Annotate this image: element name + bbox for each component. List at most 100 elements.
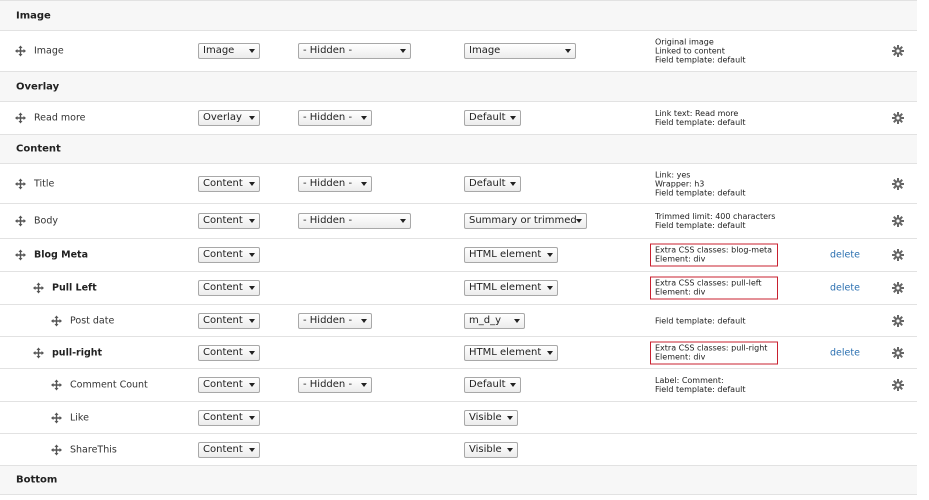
chevron-down-icon [361, 181, 367, 186]
region-select[interactable]: Content [198, 344, 260, 361]
formatter-select[interactable]: HTML element [464, 344, 558, 361]
drag-handle-icon[interactable] [15, 215, 26, 227]
gear-icon[interactable] [892, 177, 904, 190]
select-value: Content [203, 314, 243, 326]
chevron-down-icon [249, 383, 255, 387]
field-row-blog-meta: Blog Meta Content HTML element Extra CSS… [0, 238, 917, 271]
region-select[interactable]: Image [198, 43, 260, 59]
region-select[interactable]: Content [198, 213, 260, 229]
gear-icon[interactable] [892, 215, 904, 227]
region-select[interactable]: Content [198, 247, 260, 263]
field-row-post-date: Post date Content - Hidden - m_d_y Field… [0, 304, 917, 336]
formatter-select[interactable]: Visible [464, 409, 518, 426]
formatter-select[interactable]: Visible [464, 441, 518, 458]
region-select[interactable]: Content [198, 377, 260, 393]
summary-line: Field template: default [655, 55, 746, 65]
gear-icon[interactable] [892, 379, 904, 391]
field-row-pull-right: pull-right Content HTML element Extra CS… [0, 336, 917, 368]
chevron-down-icon [576, 219, 582, 223]
delete-link[interactable]: delete [830, 283, 860, 294]
formatter-select[interactable]: Image [464, 43, 576, 59]
region-select[interactable]: Content [198, 312, 260, 329]
chevron-down-icon [249, 219, 255, 223]
summary-line: Element: div [655, 287, 706, 297]
drag-handle-icon[interactable] [15, 112, 26, 124]
region-select[interactable]: Content [198, 409, 260, 426]
select-value: - Hidden - [303, 112, 353, 123]
drag-handle-icon[interactable] [33, 347, 44, 358]
summary-line: Field template: default [655, 221, 746, 230]
region-title: Bottom [16, 474, 58, 486]
drag-handle-icon[interactable] [15, 45, 26, 57]
delete-link[interactable]: delete [830, 250, 860, 261]
summary-line: Field template: default [655, 316, 746, 325]
gear-icon[interactable] [892, 346, 904, 359]
select-value: Content [203, 443, 243, 455]
formatter-summary: Field template: default [655, 316, 746, 325]
select-value: Summary or trimmed [469, 215, 577, 226]
region-select[interactable]: Overlay [198, 110, 260, 126]
select-value: Overlay [203, 112, 242, 123]
field-row-comment-count: Comment Count Content - Hidden - Default… [0, 368, 917, 401]
parent-select[interactable]: - Hidden - [298, 110, 372, 126]
drag-handle-icon[interactable] [51, 379, 62, 391]
summary-line: Link text: Read more [655, 109, 739, 118]
gear-icon[interactable] [892, 112, 904, 124]
chevron-down-icon [547, 350, 553, 355]
select-value: Content [203, 282, 243, 293]
select-value: HTML element [469, 249, 542, 260]
drag-handle-icon[interactable] [51, 412, 62, 423]
formatter-select[interactable]: Default [464, 110, 521, 126]
drag-handle-icon[interactable] [51, 315, 62, 326]
chevron-down-icon [510, 116, 516, 120]
formatter-select[interactable]: HTML element [464, 247, 558, 263]
chevron-down-icon [249, 286, 255, 290]
summary-line: Field template: default [655, 118, 746, 127]
region-select[interactable]: Content [198, 280, 260, 296]
gear-icon[interactable] [892, 45, 904, 57]
drag-handle-icon[interactable] [51, 444, 62, 455]
formatter-select[interactable]: Default [464, 175, 521, 192]
drag-handle-icon[interactable] [15, 249, 26, 261]
region-select[interactable]: Content [198, 175, 260, 192]
formatter-select[interactable]: Summary or trimmed [464, 213, 587, 229]
parent-select[interactable]: - Hidden - [298, 312, 372, 329]
gear-icon[interactable] [892, 314, 904, 327]
select-value: Content [203, 346, 243, 358]
summary-line: Element: div [655, 254, 706, 264]
parent-select[interactable]: - Hidden - [298, 377, 372, 393]
group-label: pull-right [52, 347, 103, 358]
gear-icon[interactable] [892, 282, 904, 294]
field-row-read-more: Read more Overlay - Hidden - Default Lin… [0, 101, 917, 134]
chevron-down-icon [510, 181, 516, 186]
field-row-body: Body Content - Hidden - Summary or trimm… [0, 203, 917, 238]
formatter-select[interactable]: m_d_y [464, 312, 525, 329]
delete-link[interactable]: delete [830, 347, 860, 358]
chevron-down-icon [400, 219, 406, 223]
select-value: - Hidden - [303, 215, 353, 226]
chevron-down-icon [249, 447, 255, 452]
chevron-down-icon [249, 116, 255, 120]
parent-select[interactable]: - Hidden - [298, 175, 372, 192]
region-select[interactable]: Content [198, 441, 260, 458]
select-value: Content [203, 215, 243, 226]
formatter-select[interactable]: Default [464, 377, 521, 393]
chevron-down-icon [361, 383, 367, 387]
gear-icon[interactable] [892, 249, 904, 261]
field-label: ShareThis [70, 444, 117, 455]
chevron-down-icon [249, 318, 255, 323]
field-row-image: Image Image - Hidden - Image Original im… [0, 30, 917, 71]
chevron-down-icon [361, 318, 367, 323]
select-value: - Hidden - [303, 45, 353, 56]
select-value: Default [469, 177, 506, 189]
drag-handle-icon[interactable] [33, 282, 44, 294]
parent-select[interactable]: - Hidden - [298, 43, 411, 59]
summary-line: Field template: default [655, 188, 746, 197]
field-row-sharethis: ShareThis Content Visible [0, 433, 917, 465]
drag-handle-icon[interactable] [15, 178, 26, 189]
parent-select[interactable]: - Hidden - [298, 213, 411, 229]
formatter-summary: Extra CSS classes: pull-left Element: di… [650, 276, 778, 300]
field-row-title: Title Content - Hidden - Default Link: y… [0, 163, 917, 203]
formatter-select[interactable]: HTML element [464, 280, 558, 296]
summary-line: Wrapper: h3 [655, 179, 705, 188]
